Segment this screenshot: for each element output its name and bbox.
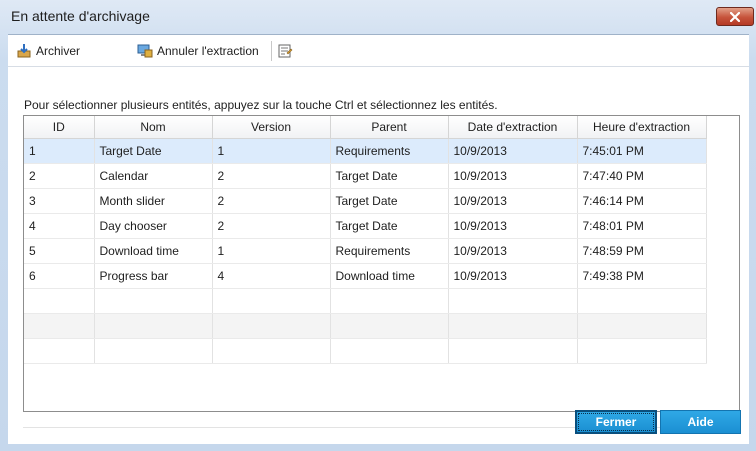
cell-checkout-time: 7:45:01 PM — [577, 138, 707, 164]
cell-name: Target Date — [94, 138, 213, 164]
title-bar[interactable]: En attente d'archivage — [0, 0, 756, 34]
window-title: En attente d'archivage — [11, 8, 150, 24]
cell-name: Calendar — [94, 163, 213, 189]
cell-version: 2 — [212, 163, 331, 189]
comment-icon — [278, 44, 293, 58]
column-header-checkout-date[interactable]: Date d'extraction — [448, 116, 578, 139]
cell-checkout-date: 10/9/2013 — [448, 213, 578, 239]
table-header-row: ID Nom Version Parent Date d'extraction … — [24, 116, 707, 139]
cell-version: 4 — [212, 263, 331, 289]
table-row[interactable]: 1 Target Date 1 Requirements 10/9/2013 7… — [24, 138, 707, 164]
table-row[interactable]: 3 Month slider 2 Target Date 10/9/2013 7… — [24, 188, 707, 214]
toolbar-separator — [271, 41, 272, 61]
cell-version: 1 — [212, 138, 331, 164]
column-header-name[interactable]: Nom — [94, 116, 213, 139]
empty-row — [24, 338, 707, 364]
cell-id: 3 — [24, 188, 95, 214]
table-row[interactable]: 4 Day chooser 2 Target Date 10/9/2013 7:… — [24, 213, 707, 239]
cell-id: 6 — [24, 263, 95, 289]
cell-id: 4 — [24, 213, 95, 239]
close-icon — [730, 11, 740, 22]
cell-checkout-date: 10/9/2013 — [448, 263, 578, 289]
cell-name: Progress bar — [94, 263, 213, 289]
cell-version: 2 — [212, 188, 331, 214]
cell-checkout-date: 10/9/2013 — [448, 138, 578, 164]
table-row[interactable]: 5 Download time 1 Requirements 10/9/2013… — [24, 238, 707, 264]
cell-name: Download time — [94, 238, 213, 264]
help-button[interactable]: Aide — [660, 410, 741, 434]
column-header-checkout-time[interactable]: Heure d'extraction — [577, 116, 707, 139]
cell-version: 1 — [212, 238, 331, 264]
undo-checkout-button[interactable]: Annuler l'extraction — [137, 41, 259, 61]
instruction-text: Pour sélectionner plusieurs entités, app… — [24, 98, 498, 112]
cell-id: 2 — [24, 163, 95, 189]
archive-label: Archiver — [36, 44, 81, 58]
dialog-window: En attente d'archivage Archiver Annuler … — [0, 0, 756, 451]
cell-parent: Target Date — [330, 188, 449, 214]
cell-parent: Requirements — [330, 138, 449, 164]
empty-row — [24, 288, 707, 314]
cell-id: 5 — [24, 238, 95, 264]
cell-checkout-time: 7:47:40 PM — [577, 163, 707, 189]
archive-icon — [17, 44, 31, 58]
close-button-label: Fermer — [595, 415, 637, 429]
column-header-id[interactable]: ID — [24, 116, 95, 139]
column-header-version[interactable]: Version — [212, 116, 331, 139]
cell-parent: Download time — [330, 263, 449, 289]
checkout-table[interactable]: ID Nom Version Parent Date d'extraction … — [23, 115, 740, 412]
undo-checkout-icon — [137, 44, 153, 58]
cell-checkout-time: 7:48:01 PM — [577, 213, 707, 239]
toolbar: Archiver Annuler l'extraction — [8, 35, 749, 67]
cell-name: Month slider — [94, 188, 213, 214]
cell-checkout-date: 10/9/2013 — [448, 238, 578, 264]
dialog-content: Archiver Annuler l'extraction Pour sélec… — [8, 34, 749, 444]
cell-parent: Requirements — [330, 238, 449, 264]
cell-checkout-date: 10/9/2013 — [448, 188, 578, 214]
column-header-parent[interactable]: Parent — [330, 116, 449, 139]
table-row[interactable]: 6 Progress bar 4 Download time 10/9/2013… — [24, 263, 707, 289]
cell-version: 2 — [212, 213, 331, 239]
window-close-button[interactable] — [716, 7, 754, 26]
cell-checkout-time: 7:46:14 PM — [577, 188, 707, 214]
cell-checkout-date: 10/9/2013 — [448, 163, 578, 189]
cell-parent: Target Date — [330, 163, 449, 189]
cell-checkout-time: 7:48:59 PM — [577, 238, 707, 264]
empty-row — [24, 313, 707, 339]
archive-button[interactable]: Archiver — [16, 41, 80, 61]
undo-checkout-label: Annuler l'extraction — [157, 44, 259, 58]
cell-name: Day chooser — [94, 213, 213, 239]
cell-id: 1 — [24, 138, 95, 164]
help-button-label: Aide — [687, 415, 714, 429]
cell-checkout-time: 7:49:38 PM — [577, 263, 707, 289]
table-row[interactable]: 2 Calendar 2 Target Date 10/9/2013 7:47:… — [24, 163, 707, 189]
close-button[interactable]: Fermer — [575, 410, 657, 434]
cell-parent: Target Date — [330, 213, 449, 239]
comment-button[interactable] — [277, 41, 297, 61]
